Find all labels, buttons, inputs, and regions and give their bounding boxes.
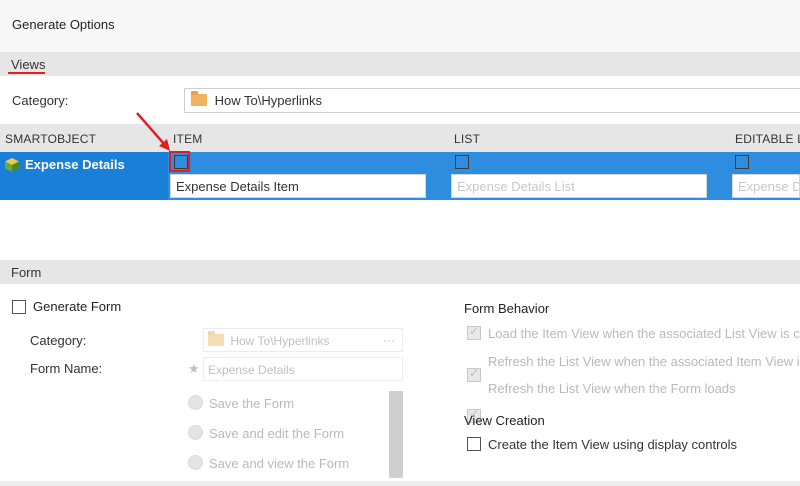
form-category-label: Category: xyxy=(30,333,87,348)
generate-form-label: Generate Form xyxy=(33,299,122,314)
footer-edge xyxy=(0,481,800,486)
generate-form-checkbox[interactable] xyxy=(12,300,26,314)
form-section-bar xyxy=(0,260,800,284)
save-form-radio xyxy=(188,395,203,410)
views-category-field[interactable]: How To\Hyperlinks xyxy=(184,88,800,113)
save-view-form-radio xyxy=(188,455,203,470)
item-view-name-input[interactable]: Expense Details Item xyxy=(170,174,426,198)
required-star-icon: ★ xyxy=(188,361,200,376)
form-name-label: Form Name: xyxy=(30,361,103,376)
form-category-field: How To\Hyperlinks xyxy=(203,328,403,352)
behavior-refresh-on-load-label: Refresh the List View when the Form load… xyxy=(488,381,736,396)
dialog-title: Generate Options xyxy=(12,17,115,32)
view-creation-label: Create the Item View using display contr… xyxy=(488,437,738,452)
column-header-editable-list: EDITABLE LI xyxy=(735,132,800,146)
dialog-header xyxy=(0,0,800,52)
annotation-arrow-icon xyxy=(136,112,170,151)
behavior-load-item-checkbox xyxy=(467,324,481,340)
views-underline-annotation xyxy=(8,72,45,74)
category-browse-button: ··· xyxy=(383,333,395,347)
save-edit-form-label: Save and edit the Form xyxy=(209,426,345,441)
views-tab[interactable]: Views xyxy=(11,57,45,72)
folder-icon xyxy=(191,91,207,106)
editable-list-view-name-input[interactable]: Expense De xyxy=(732,174,800,198)
folder-icon xyxy=(208,331,224,346)
editable-list-checkbox[interactable] xyxy=(735,155,749,169)
view-creation-title: View Creation xyxy=(464,413,545,428)
list-checkbox[interactable] xyxy=(455,155,469,169)
form-section-label: Form xyxy=(11,265,42,280)
views-category-label: Category: xyxy=(12,93,69,108)
save-form-label: Save the Form xyxy=(209,396,295,411)
options-scrollbar[interactable] xyxy=(389,391,403,478)
form-name-input: Expense Details xyxy=(203,357,403,381)
list-view-name-input[interactable]: Expense Details List xyxy=(451,174,707,198)
form-behavior-title: Form Behavior xyxy=(464,301,550,316)
behavior-refresh-list-checkbox xyxy=(467,366,481,382)
views-category-value: How To\Hyperlinks xyxy=(214,93,323,108)
smartobject-name: Expense Details xyxy=(25,157,125,172)
views-table-header xyxy=(0,124,800,152)
behavior-refresh-list-label: Refresh the List View when the associate… xyxy=(488,354,800,369)
view-creation-checkbox[interactable] xyxy=(467,437,481,451)
save-edit-form-radio xyxy=(188,425,203,440)
form-category-value: How To\Hyperlinks xyxy=(230,334,330,348)
smartobject-icon xyxy=(4,157,20,173)
save-view-form-label: Save and view the Form xyxy=(209,456,350,471)
column-header-item: ITEM xyxy=(173,132,203,146)
views-section-bar xyxy=(0,52,800,76)
column-header-smartobject: SMARTOBJECT xyxy=(5,132,97,146)
column-header-list: LIST xyxy=(454,132,481,146)
behavior-load-item-label: Load the Item View when the associated L… xyxy=(488,326,800,341)
